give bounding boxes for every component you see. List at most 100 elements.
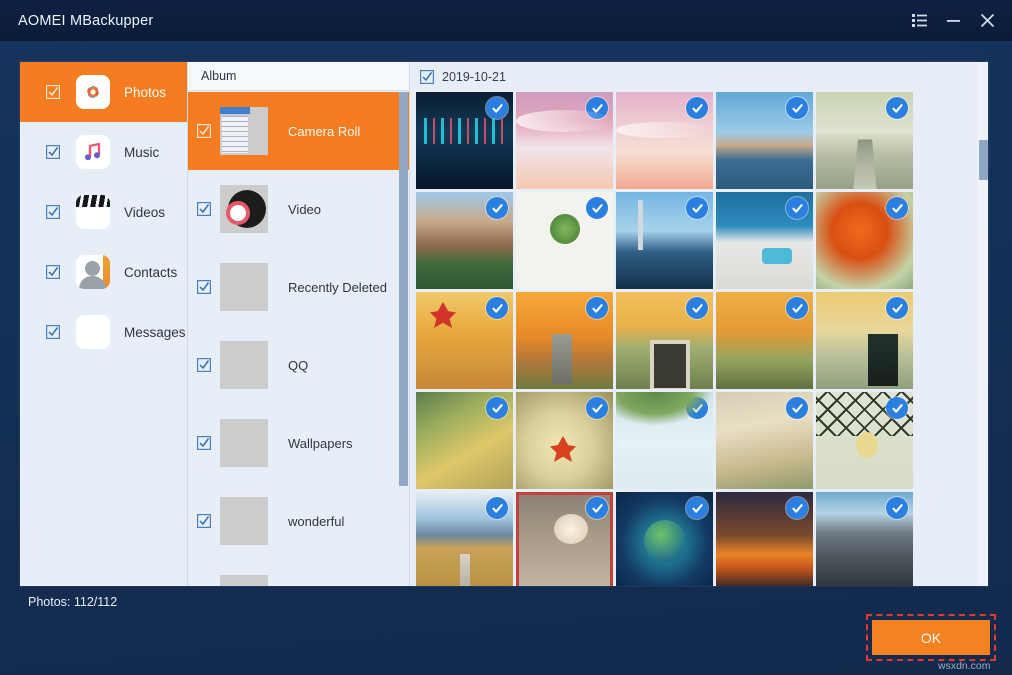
- photo-selected-check-icon[interactable]: [686, 497, 708, 519]
- photo-thumbnail[interactable]: [616, 292, 713, 389]
- album-thumbnail: [220, 497, 268, 545]
- photo-thumbnail[interactable]: [716, 292, 813, 389]
- album-thumbnail: [220, 419, 268, 467]
- album-scrollbar-thumb[interactable]: [399, 92, 408, 486]
- photo-selected-check-icon[interactable]: [486, 297, 508, 319]
- date-group-checkbox[interactable]: [420, 70, 434, 84]
- photo-thumbnail[interactable]: [816, 92, 913, 189]
- album-item-camera-roll[interactable]: Camera Roll: [188, 92, 409, 170]
- photo-selected-check-icon[interactable]: [686, 197, 708, 219]
- title-bar: AOMEI MBackupper: [0, 0, 1012, 41]
- photo-selected-check-icon[interactable]: [486, 97, 508, 119]
- album-item-label: Video: [288, 202, 321, 217]
- window-controls: [902, 0, 1004, 41]
- photo-thumbnail[interactable]: [416, 292, 513, 389]
- album-checkbox[interactable]: [197, 124, 211, 138]
- sidebar-item-messages[interactable]: Messages: [20, 302, 187, 362]
- ok-button[interactable]: OK: [872, 620, 990, 655]
- photo-thumbnail[interactable]: [516, 492, 613, 586]
- album-thumbnail: [220, 341, 268, 389]
- album-item-video[interactable]: Video: [188, 170, 409, 248]
- videos-checkbox[interactable]: [46, 205, 60, 219]
- minimize-icon[interactable]: [936, 0, 970, 41]
- photo-thumbnail[interactable]: [416, 92, 513, 189]
- messages-checkbox[interactable]: [46, 325, 60, 339]
- photo-thumbnail[interactable]: [716, 192, 813, 289]
- album-item-recently-deleted[interactable]: Recently Deleted: [188, 248, 409, 326]
- photo-thumbnail[interactable]: [716, 392, 813, 489]
- photo-selected-check-icon[interactable]: [786, 497, 808, 519]
- photo-selected-check-icon[interactable]: [486, 397, 508, 419]
- photo-selected-check-icon[interactable]: [686, 297, 708, 319]
- photo-grid-panel: 2019-10-21: [410, 62, 988, 586]
- photos-icon: [76, 75, 110, 109]
- photo-selected-check-icon[interactable]: [786, 297, 808, 319]
- photo-grid: [410, 92, 988, 586]
- photo-thumbnail[interactable]: [516, 292, 613, 389]
- album-checkbox[interactable]: [197, 358, 211, 372]
- photo-selected-check-icon[interactable]: [486, 497, 508, 519]
- photo-thumbnail[interactable]: [516, 92, 613, 189]
- close-icon[interactable]: [970, 0, 1004, 41]
- app-title: AOMEI MBackupper: [18, 13, 153, 29]
- sidebar-item-contacts[interactable]: Contacts: [20, 242, 187, 302]
- messages-icon: [76, 315, 110, 349]
- photo-selected-check-icon[interactable]: [786, 197, 808, 219]
- photo-selected-check-icon[interactable]: [886, 297, 908, 319]
- sidebar-item-label: Contacts: [124, 265, 177, 280]
- music-checkbox[interactable]: [46, 145, 60, 159]
- photo-selected-check-icon[interactable]: [686, 97, 708, 119]
- photo-selected-check-icon[interactable]: [486, 197, 508, 219]
- sidebar-item-music[interactable]: Music: [20, 122, 187, 182]
- photo-selected-check-icon[interactable]: [686, 397, 708, 419]
- photo-selected-check-icon[interactable]: [886, 197, 908, 219]
- album-item-label: Wallpapers: [288, 436, 353, 451]
- photo-thumbnail[interactable]: [416, 392, 513, 489]
- photo-thumbnail[interactable]: [716, 92, 813, 189]
- album-checkbox[interactable]: [197, 280, 211, 294]
- photos-checkbox[interactable]: [46, 85, 60, 99]
- album-item-wonderful[interactable]: wonderful: [188, 482, 409, 560]
- photo-thumbnail[interactable]: [616, 492, 713, 586]
- photo-selected-check-icon[interactable]: [786, 97, 808, 119]
- contacts-checkbox[interactable]: [46, 265, 60, 279]
- photo-selected-check-icon[interactable]: [586, 397, 608, 419]
- content-panel: Photos Music: [20, 62, 988, 586]
- album-checkbox[interactable]: [197, 202, 211, 216]
- album-item-partial[interactable]: [188, 560, 409, 586]
- photo-selected-check-icon[interactable]: [586, 97, 608, 119]
- photo-thumbnail[interactable]: [616, 392, 713, 489]
- list-menu-icon[interactable]: [902, 0, 936, 41]
- photo-selected-check-icon[interactable]: [786, 397, 808, 419]
- album-item-wallpapers[interactable]: Wallpapers: [188, 404, 409, 482]
- photo-thumbnail[interactable]: [416, 492, 513, 586]
- photo-thumbnail[interactable]: [816, 192, 913, 289]
- photo-thumbnail[interactable]: [516, 192, 613, 289]
- photo-selected-check-icon[interactable]: [886, 497, 908, 519]
- photo-thumbnail[interactable]: [816, 392, 913, 489]
- photo-selected-check-icon[interactable]: [586, 197, 608, 219]
- sidebar-item-label: Music: [124, 145, 159, 160]
- photo-thumbnail[interactable]: [516, 392, 613, 489]
- photo-thumbnail[interactable]: [816, 492, 913, 586]
- photo-thumbnail[interactable]: [716, 492, 813, 586]
- photo-selected-check-icon[interactable]: [886, 97, 908, 119]
- photo-selected-check-icon[interactable]: [586, 297, 608, 319]
- photo-selected-check-icon[interactable]: [886, 397, 908, 419]
- date-group-header[interactable]: 2019-10-21: [410, 62, 988, 92]
- sidebar-item-videos[interactable]: Videos: [20, 182, 187, 242]
- album-checkbox[interactable]: [197, 436, 211, 450]
- album-item-qq[interactable]: QQ: [188, 326, 409, 404]
- album-scrollbar[interactable]: [399, 92, 408, 586]
- photo-thumbnail[interactable]: [616, 192, 713, 289]
- photo-thumbnail[interactable]: [616, 92, 713, 189]
- photo-selected-check-icon[interactable]: [586, 497, 608, 519]
- photo-thumbnail[interactable]: [416, 192, 513, 289]
- sidebar-item-photos[interactable]: Photos: [20, 62, 187, 122]
- photo-grid-scrollbar[interactable]: [978, 62, 988, 586]
- sidebar-item-label: Photos: [124, 85, 166, 100]
- photo-grid-scrollbar-thumb[interactable]: [979, 140, 988, 180]
- album-checkbox[interactable]: [197, 514, 211, 528]
- contacts-icon: [76, 255, 110, 289]
- photo-thumbnail[interactable]: [816, 292, 913, 389]
